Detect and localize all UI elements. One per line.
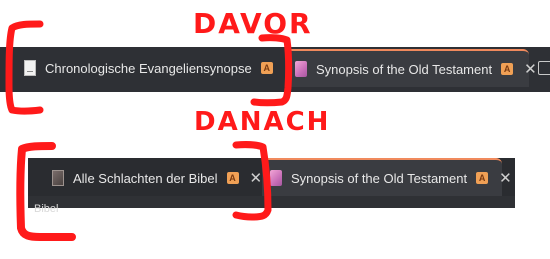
tab-title: Synopsis of the Old Testament	[316, 61, 493, 77]
tab-strip-after-bottom	[28, 196, 515, 208]
badge-a-icon: A	[226, 172, 239, 184]
tab-title: Alle Schlachten der Bibel	[73, 170, 218, 186]
close-icon[interactable]: ✕	[524, 62, 537, 77]
badge-a-icon: A	[501, 63, 514, 75]
after-label: DANACH	[194, 107, 331, 137]
tab-chronologische-evangeliensynopse[interactable]: Chronologische Evangeliensynopse A ✕	[16, 50, 296, 86]
document-icon	[24, 60, 36, 76]
tab-synopsis-old-testament-before[interactable]: Synopsis of the Old Testament A ✕	[285, 49, 537, 87]
close-icon[interactable]: ✕	[499, 171, 512, 186]
tab-synopsis-old-testament-after[interactable]: Synopsis of the Old Testament A ✕	[262, 158, 512, 196]
tab-alle-schlachten-der-bibel[interactable]: Alle Schlachten der Bibel A ✕	[46, 160, 262, 196]
badge-a-icon: A	[260, 62, 273, 74]
tab-title: Chronologische Evangeliensynopse	[45, 60, 252, 76]
screenshot-canvas: DAVOR Chronologische Evangeliensynopse A…	[0, 0, 550, 259]
before-label: DAVOR	[193, 7, 313, 40]
badge-a-icon: A	[476, 172, 489, 184]
tab-title: Synopsis of the Old Testament	[291, 170, 468, 186]
content-partial-text: Bibel	[34, 203, 59, 215]
pink-book-icon	[270, 170, 282, 186]
book-icon	[52, 170, 64, 186]
calendar-icon[interactable]	[538, 61, 550, 75]
close-icon[interactable]: ✕	[250, 171, 263, 186]
pink-book-icon	[295, 61, 307, 77]
